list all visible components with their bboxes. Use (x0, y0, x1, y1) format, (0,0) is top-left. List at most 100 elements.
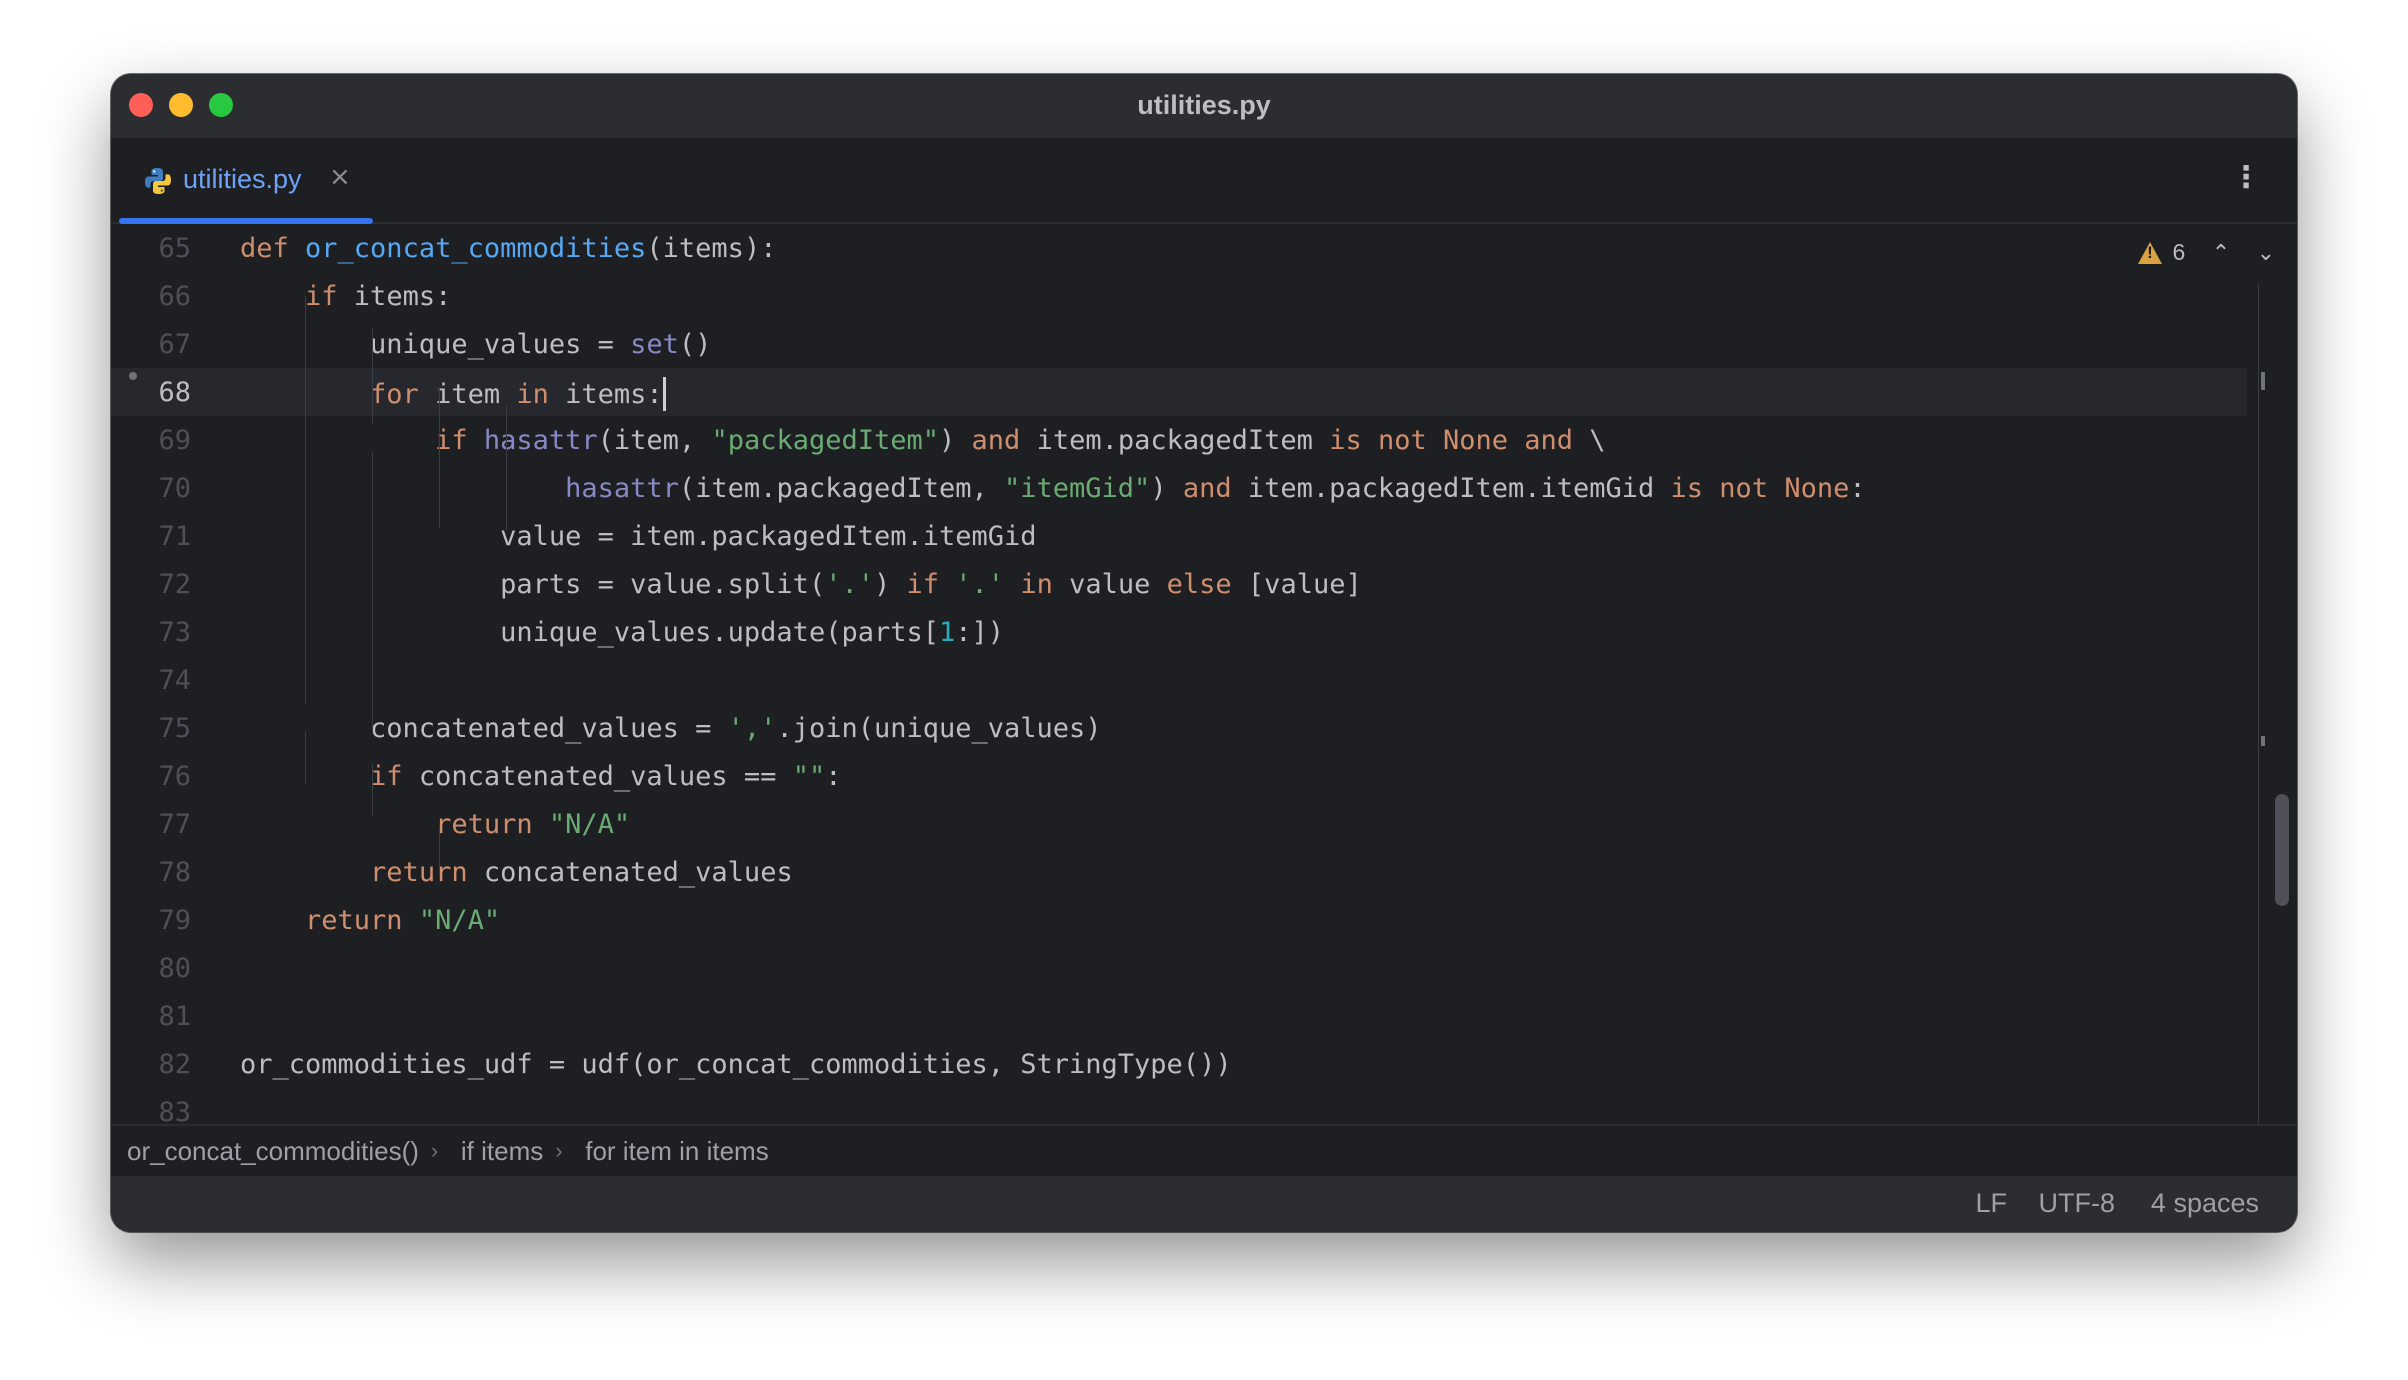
code-line[interactable]: 75 concatenated_values = ','.join(unique… (111, 704, 2247, 752)
code-text[interactable]: return "N/A" (240, 809, 630, 840)
code-text[interactable]: for item in items: (240, 377, 666, 411)
line-number[interactable]: 69 (111, 425, 191, 456)
code-token: and (1182, 473, 1232, 504)
code-token: else (1166, 569, 1232, 600)
code-line[interactable]: 65 def or_concat_commodities(items): (111, 224, 2247, 272)
line-number[interactable]: 76 (111, 761, 191, 792)
breadcrumb-separator-icon: › (555, 1138, 563, 1163)
tab-options-menu-icon[interactable]: ⋮ (2231, 160, 2261, 195)
line-ending-indicator[interactable]: LF (1975, 1188, 2007, 1219)
code-line[interactable]: 69 if hasattr(item, "packagedItem") and … (111, 416, 2247, 464)
line-number[interactable]: 75 (111, 713, 191, 744)
code-text[interactable]: if hasattr(item, "packagedItem") and ite… (240, 425, 1605, 456)
code-token: () (678, 329, 712, 360)
text-caret (662, 377, 666, 411)
code-text[interactable]: hasattr(item.packagedItem, "itemGid") an… (240, 473, 1866, 504)
code-text[interactable]: unique_values.update(parts[1:]) (240, 617, 1004, 648)
code-token: set (630, 329, 679, 360)
tab-utilities-py[interactable]: utilities.py × (115, 138, 373, 224)
tab-label: utilities.py (183, 164, 302, 194)
code-line[interactable]: 81 (111, 992, 2247, 1040)
code-token: item.packagedItem (1020, 425, 1330, 456)
code-token: if (370, 761, 403, 792)
code-line[interactable]: 79 return "N/A" (111, 896, 2247, 944)
indent-guide (372, 764, 373, 816)
breadcrumb-item[interactable]: for item in items (585, 1136, 769, 1167)
scroll-marker (2261, 372, 2265, 390)
indent-indicator[interactable]: 4 spaces (2151, 1188, 2259, 1219)
indent-guide (372, 452, 373, 732)
inspections-widget[interactable]: 6 ⌃ ⌄ (2138, 238, 2275, 274)
indent-guide (439, 388, 440, 528)
code-text[interactable]: unique_values = set() (240, 329, 711, 360)
line-number[interactable]: 83 (111, 1097, 191, 1124)
code-line[interactable]: 74 (111, 656, 2247, 704)
code-line[interactable]: 80 (111, 944, 2247, 992)
code-line[interactable]: 78 return concatenated_values (111, 848, 2247, 896)
line-number[interactable]: 73 (111, 617, 191, 648)
code-line[interactable]: 70 hasattr(item.packagedItem, "itemGid")… (111, 464, 2247, 512)
line-number[interactable]: 70 (111, 473, 191, 504)
code-text[interactable]: concatenated_values = ','.join(unique_va… (240, 713, 1102, 744)
code-line[interactable]: 71 value = item.packagedItem.itemGid (111, 512, 2247, 560)
scroll-marker (2261, 736, 2265, 746)
code-token: '.' (825, 569, 874, 600)
code-token: [value] (1231, 569, 1362, 600)
code-text[interactable]: if items: (240, 281, 451, 312)
title-bar: utilities.py (111, 74, 2297, 139)
breadcrumb-item[interactable]: or_concat_commodities() (127, 1136, 419, 1167)
vertical-scrollbar-thumb[interactable] (2275, 794, 2289, 906)
code-token: : (825, 761, 842, 792)
code-token: hasattr (483, 425, 598, 456)
next-highlight-icon[interactable]: ⌄ (2257, 240, 2275, 266)
code-line[interactable]: 68 for item in items: (111, 368, 2247, 416)
previous-highlight-icon[interactable]: ⌃ (2212, 240, 2230, 266)
code-line[interactable]: 67 unique_values = set() (111, 320, 2247, 368)
line-number[interactable]: 72 (111, 569, 191, 600)
code-line[interactable]: 83 (111, 1088, 2247, 1124)
line-number[interactable]: 66 (111, 281, 191, 312)
code-text[interactable]: or_commodities_udf = udf(or_concat_commo… (240, 1049, 1232, 1080)
code-text[interactable]: return concatenated_values (240, 857, 793, 888)
code-line[interactable]: 72 parts = value.split('.') if '.' in va… (111, 560, 2247, 608)
code-line[interactable]: 82 or_commodities_udf = udf(or_concat_com… (111, 1040, 2247, 1088)
code-line[interactable]: 66 if items: (111, 272, 2247, 320)
code-text[interactable]: if concatenated_values == "": (240, 761, 841, 792)
code-token: and (971, 425, 1021, 456)
code-line[interactable]: 73 unique_values.update(parts[1:]) (111, 608, 2247, 656)
code-token: concatenated_values = (240, 713, 728, 744)
tab-close-icon[interactable]: × (329, 162, 351, 192)
line-number[interactable]: 74 (111, 665, 191, 696)
line-number[interactable]: 71 (111, 521, 191, 552)
code-token: parts = value.split( (240, 569, 826, 600)
code-token: .join(unique_values) (776, 713, 1102, 744)
line-number[interactable]: 78 (111, 857, 191, 888)
code-text[interactable]: def or_concat_commodities(items): (240, 233, 776, 264)
code-text[interactable]: parts = value.split('.') if '.' in value… (240, 569, 1362, 600)
line-number[interactable]: 65 (111, 233, 191, 264)
breadcrumb-item[interactable]: if items (461, 1136, 543, 1167)
line-number[interactable]: 82 (111, 1049, 191, 1080)
line-number[interactable]: 79 (111, 905, 191, 936)
code-token: or_concat_commodities (305, 233, 647, 264)
encoding-indicator[interactable]: UTF-8 (2039, 1188, 2116, 1219)
line-number[interactable]: 81 (111, 1001, 191, 1032)
code-line[interactable]: 77 return "N/A" (111, 800, 2247, 848)
code-token: ) (1150, 473, 1183, 504)
code-line[interactable]: 76 if concatenated_values == "": (111, 752, 2247, 800)
code-token: :]) (955, 617, 1005, 648)
code-editor[interactable]: 83 82 or_commodities_udf = udf(or_concat_c… (111, 224, 2297, 1124)
code-token: "itemGid" (1004, 473, 1151, 504)
code-text[interactable]: return "N/A" (240, 905, 500, 936)
line-number[interactable]: 77 (111, 809, 191, 840)
line-number[interactable]: 80 (111, 953, 191, 984)
code-token: value = item.packagedItem.itemGid (240, 521, 1037, 552)
line-number[interactable]: 68 (111, 377, 191, 408)
line-number[interactable]: 67 (111, 329, 191, 360)
ide-window: utilities.py utilities.py × ⋮ 83 82 or_com… (111, 74, 2297, 1232)
code-text[interactable]: value = item.packagedItem.itemGid (240, 521, 1037, 552)
code-token: ) (873, 569, 907, 600)
breadcrumb: or_concat_commodities() › if items › for ite… (111, 1124, 2297, 1176)
